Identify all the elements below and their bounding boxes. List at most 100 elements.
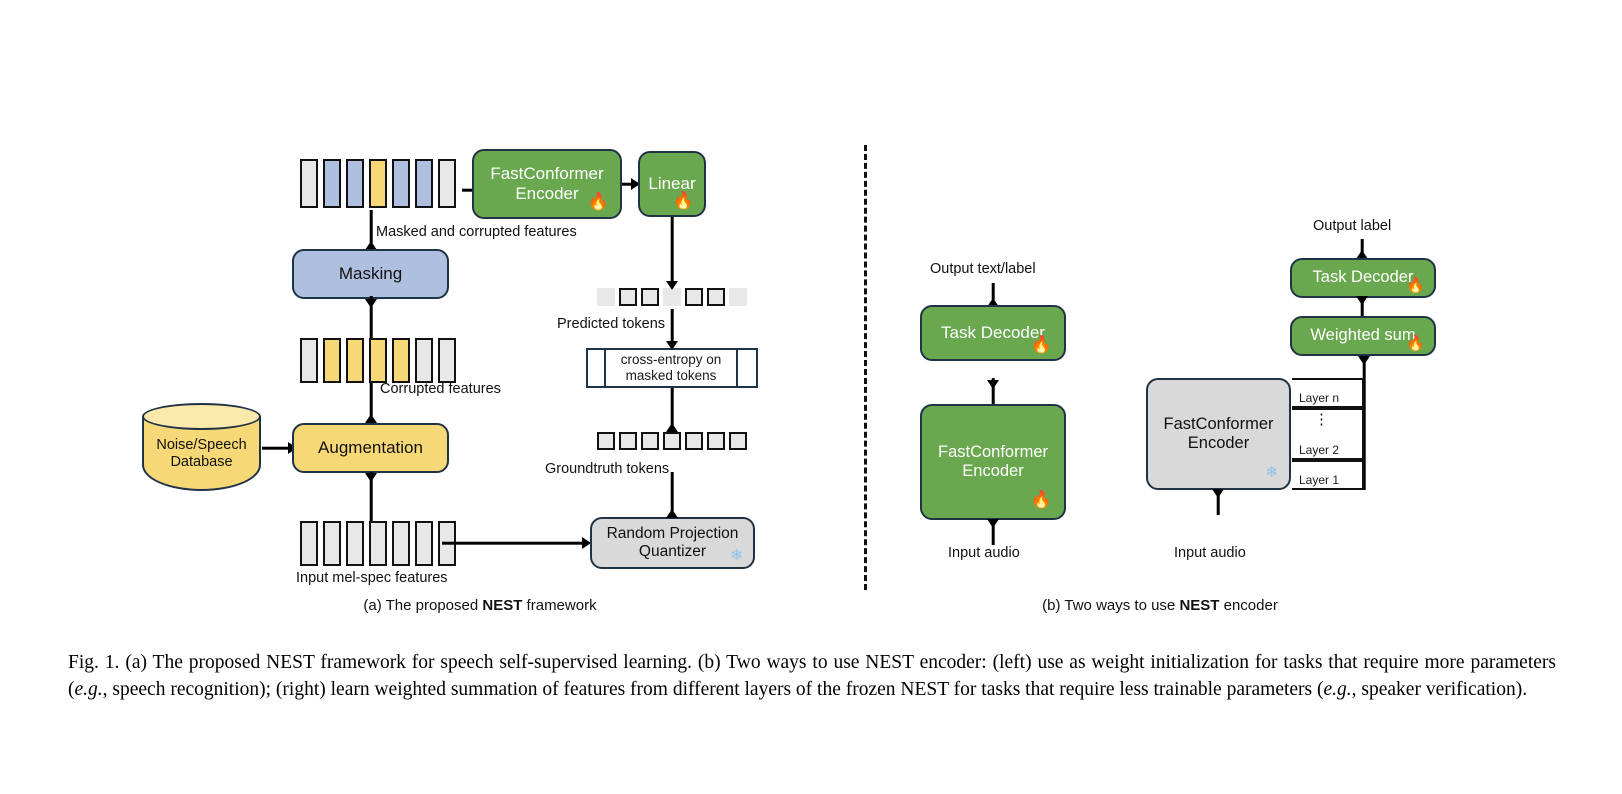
feature-cell <box>346 159 364 208</box>
feature-cell <box>300 521 318 566</box>
arrow-database-to-augmentation <box>262 441 297 455</box>
feature-cell <box>369 521 387 566</box>
feature-cell <box>392 521 410 566</box>
cross-entropy-left-segment <box>588 350 606 386</box>
predicted-tokens-strip <box>597 288 747 306</box>
node-label: FastConformer Encoder <box>490 163 604 203</box>
node-label: Task Decoder <box>1312 268 1414 287</box>
node-label: Masking <box>338 263 403 283</box>
snowflake-icon: ❄ <box>1265 464 1278 481</box>
arrow-decoder-to-output-right <box>1355 239 1369 259</box>
layer-cell-1: Layer 1 <box>1292 460 1364 490</box>
arrow-corrupted-to-masking <box>364 296 378 338</box>
node-masking[interactable]: Masking <box>292 249 449 299</box>
token-cell-masked <box>663 288 681 306</box>
token-cell <box>707 288 725 306</box>
token-cell <box>729 432 747 450</box>
node-label: cross-entropy on masked tokens <box>620 351 722 383</box>
feature-cell <box>369 159 387 208</box>
node-task-decoder-left[interactable]: Task Decoder 🔥 <box>920 305 1066 361</box>
arrow-encoder-to-linear <box>622 177 640 191</box>
node-label: FastConformer Encoder <box>937 442 1049 480</box>
node-augmentation[interactable]: Augmentation <box>292 423 449 473</box>
cylinder-top <box>142 403 261 430</box>
label-predicted-tokens: Predicted tokens <box>557 316 666 332</box>
input-features-strip <box>300 521 456 566</box>
feature-cell <box>415 159 433 208</box>
token-cell <box>707 432 725 450</box>
fire-icon: 🔥 <box>1030 490 1052 509</box>
feature-cell <box>323 521 341 566</box>
feature-cell <box>415 338 433 383</box>
token-cell <box>641 432 659 450</box>
node-random-projection-quantizer[interactable]: Random Projection Quantizer ❄ <box>590 517 755 569</box>
label-input-audio-right: Input audio <box>1174 545 1246 561</box>
arrow-input-to-augmentation <box>364 472 378 522</box>
groundtruth-tokens-strip <box>597 432 747 450</box>
panel-a-caption: (a) The proposed NEST framework <box>280 597 680 614</box>
feature-cell <box>369 338 387 383</box>
token-cell <box>641 288 659 306</box>
feature-cell <box>346 521 364 566</box>
feature-cell <box>300 338 318 383</box>
node-label: Weighted sum <box>1310 326 1416 345</box>
node-fastconformer-encoder-b-left[interactable]: FastConformer Encoder 🔥 <box>920 404 1066 520</box>
node-label: FastConformer Encoder <box>1163 414 1274 452</box>
feature-cell <box>392 159 410 208</box>
node-task-decoder-right[interactable]: Task Decoder 🔥 <box>1290 258 1436 298</box>
node-label: Random Projection Quantizer <box>606 524 739 560</box>
arrow-groundtruth-to-crossentropy <box>665 387 679 432</box>
panel-a-caption-suffix: framework <box>522 597 597 614</box>
caption-part-3: speaker verification). <box>1356 678 1528 700</box>
arrow-quantizer-to-groundtruth <box>665 472 679 518</box>
corrupted-features-strip <box>300 338 456 383</box>
node-label-wrap: cross-entropy on masked tokens <box>606 350 738 386</box>
panel-divider <box>864 145 867 590</box>
node-label: Noise/Speech Database <box>156 437 247 471</box>
feature-cell <box>323 159 341 208</box>
token-cell <box>597 432 615 450</box>
node-label: Linear <box>648 173 696 193</box>
label-input-mel-spec-features: Input mel-spec features <box>296 570 448 586</box>
token-cell <box>685 432 703 450</box>
panel-b-caption-bold: NEST <box>1179 597 1220 614</box>
token-cell <box>619 288 637 306</box>
arrow-augmentation-to-corrupted <box>364 383 378 423</box>
label-corrupted-features: Corrupted features <box>380 381 501 397</box>
panel-b-caption-suffix: encoder <box>1219 597 1278 614</box>
label-output-label-right: Output label <box>1313 218 1392 234</box>
panel-a-caption-bold: NEST <box>482 597 523 614</box>
node-fastconformer-encoder-b-right[interactable]: FastConformer Encoder ❄ <box>1146 378 1291 490</box>
cross-entropy-right-segment <box>738 350 756 386</box>
arrow-input-to-quantizer <box>442 536 591 550</box>
token-cell <box>663 432 681 450</box>
layer-label: Layer 1 <box>1299 473 1340 487</box>
panel-b-caption: (b) Two ways to use NEST encoder <box>990 597 1330 614</box>
arrow-predicted-to-crossentropy <box>665 309 679 350</box>
layer-ellipsis: ⋮ <box>1314 411 1329 428</box>
layer-label: Layer n <box>1299 391 1340 405</box>
token-cell <box>685 288 703 306</box>
arrow-input-to-encoder-right <box>1211 489 1225 515</box>
figure-caption: Fig. 1. (a) The proposed NEST framework f… <box>68 650 1556 703</box>
panel-b-caption-prefix: (b) Two ways to use <box>1042 597 1180 614</box>
layer-cell-n: Layer n <box>1292 378 1364 408</box>
arrow-decoder-to-output-left <box>986 283 1000 307</box>
label-input-audio-left: Input audio <box>948 545 1020 561</box>
layer-label: Layer 2 <box>1299 443 1340 457</box>
node-fastconformer-encoder-a[interactable]: FastConformer Encoder 🔥 <box>472 149 622 219</box>
figure-container: FastConformer Encoder 🔥 Linear 🔥 Masked … <box>0 0 1622 794</box>
node-linear[interactable]: Linear 🔥 <box>638 151 706 217</box>
node-weighted-sum[interactable]: Weighted sum 🔥 <box>1290 316 1436 356</box>
arrow-masking-to-masked-features <box>364 210 378 250</box>
node-label: Augmentation <box>318 437 423 457</box>
token-cell <box>619 432 637 450</box>
feature-cell <box>415 521 433 566</box>
masked-features-strip <box>300 159 456 208</box>
caption-eg-2: e.g., <box>1323 678 1357 700</box>
node-cross-entropy[interactable]: cross-entropy on masked tokens <box>586 348 758 388</box>
fire-icon: 🔥 <box>672 191 694 210</box>
node-noise-speech-database[interactable]: Noise/Speech Database <box>142 403 261 491</box>
feature-cell <box>438 338 456 383</box>
arrow-linear-to-predicted <box>665 217 679 290</box>
